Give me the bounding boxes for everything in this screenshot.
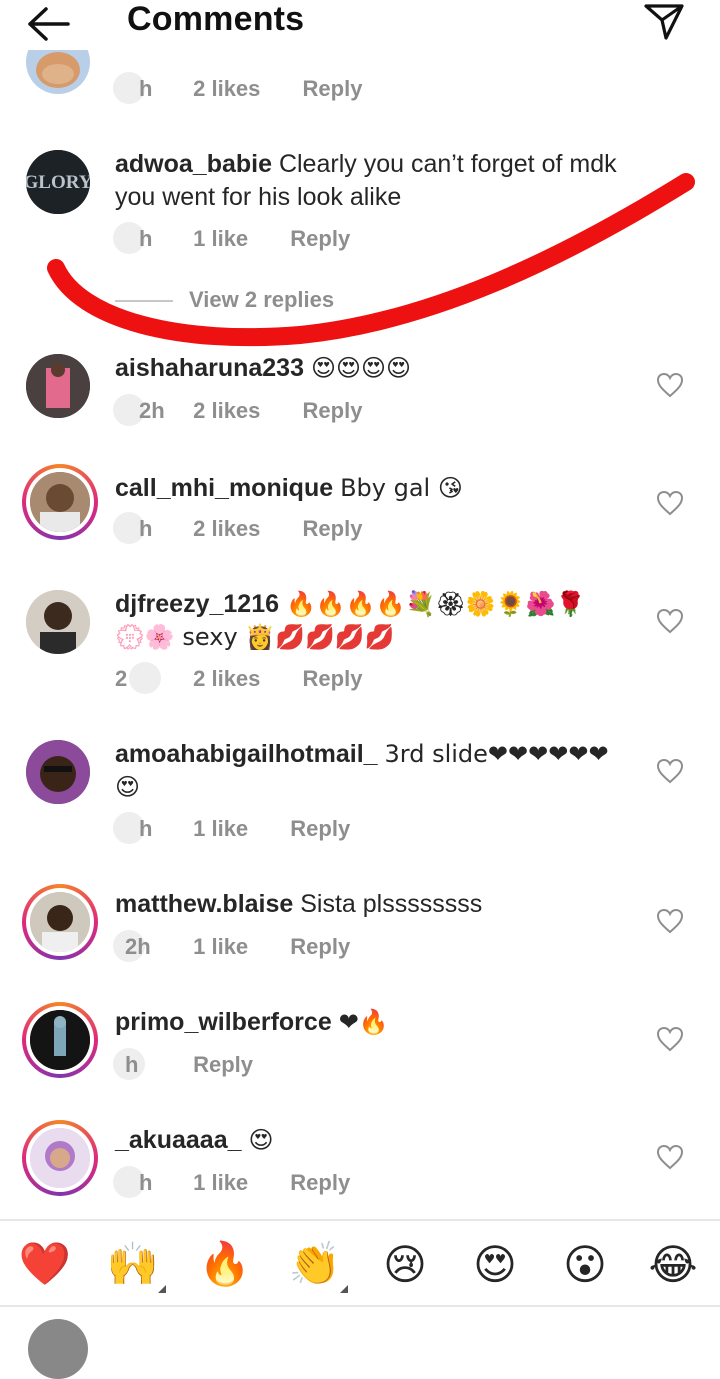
timestamp: 2h — [113, 930, 187, 962]
comment-text: amoahabigailhotmail_ 3rd slide❤❤❤❤❤❤😍 — [115, 738, 625, 804]
header-bar: Comments — [0, 0, 720, 50]
reply-button[interactable]: Reply — [193, 1052, 253, 1078]
comment-text: _akuaaaa_ 😍 — [115, 1124, 635, 1157]
timestamp: h — [113, 1166, 187, 1198]
avatar-logo-text: GLORY — [26, 172, 90, 193]
timestamp: h — [113, 512, 187, 544]
like-heart-icon[interactable] — [656, 608, 684, 634]
reply-button[interactable]: Reply — [290, 816, 350, 842]
likes-count[interactable]: 1 like — [193, 226, 248, 252]
timestamp: 2 — [115, 662, 187, 694]
avatar — [30, 1010, 90, 1070]
comment-text: primo_wilberforce ❤🔥 — [115, 1006, 635, 1039]
comment-text: matthew.blaise Sista plssssssss — [115, 888, 635, 921]
emoji-button-fire[interactable]: 🔥 — [198, 1237, 252, 1291]
avatar[interactable] — [26, 354, 90, 418]
avatar — [30, 472, 90, 532]
likes-count[interactable]: 1 like — [193, 1170, 248, 1196]
story-ring-avatar[interactable] — [22, 1002, 98, 1078]
likes-count[interactable]: 1 like — [193, 934, 248, 960]
reply-button[interactable]: Reply — [303, 516, 363, 542]
username[interactable]: aishaharuna233 — [115, 354, 304, 382]
emoji-button-laughing[interactable]: 😂 — [646, 1237, 700, 1291]
timestamp: h — [113, 1048, 187, 1080]
emoji-button-raised-hands[interactable]: 🙌 — [106, 1237, 166, 1293]
comment-text: djfreezy_1216 🔥🔥🔥🔥💐🏵🌼🌻🌺🌹💮🌸 sexy 👸💋💋💋💋 — [115, 588, 615, 654]
comment-meta: 2h 2 likes Reply — [113, 394, 363, 426]
comment-body: 😍 — [248, 1126, 274, 1154]
story-ring-avatar[interactable] — [22, 464, 98, 540]
username[interactable]: _akuaaaa_ — [115, 1126, 242, 1154]
reply-button[interactable]: Reply — [303, 666, 363, 692]
emoji-button-surprised[interactable]: 😮 — [558, 1237, 612, 1291]
like-heart-icon[interactable] — [656, 1026, 684, 1052]
reply-button[interactable]: Reply — [303, 398, 363, 424]
divider — [115, 300, 173, 303]
comment-meta: h 1 like Reply — [113, 1166, 350, 1198]
comment-meta: 2 2 likes Reply — [115, 662, 363, 694]
username[interactable]: call_mhi_monique — [115, 474, 333, 502]
emoji-button-heart[interactable]: ❤️ — [18, 1237, 72, 1291]
avatar — [30, 1128, 90, 1188]
timestamp: h — [113, 72, 187, 104]
back-arrow-icon[interactable] — [26, 4, 72, 44]
comment-body: ❤🔥 — [338, 1008, 389, 1036]
page-title: Comments — [127, 0, 305, 38]
reply-button[interactable]: Reply — [290, 934, 350, 960]
skin-tone-indicator-icon — [340, 1285, 348, 1293]
emoji-button-heart-eyes[interactable]: 😍 — [468, 1237, 522, 1291]
reply-button[interactable]: Reply — [303, 76, 363, 102]
current-user-avatar — [28, 1319, 88, 1379]
skin-tone-indicator-icon — [158, 1285, 166, 1293]
comment-text: adwoa_babie Clearly you can’t forget of … — [115, 148, 635, 214]
story-ring-avatar[interactable] — [22, 884, 98, 960]
likes-count[interactable]: 2 likes — [193, 516, 260, 542]
reply-button[interactable]: Reply — [290, 226, 350, 252]
comment-meta: h Reply — [113, 1048, 253, 1080]
like-heart-icon[interactable] — [656, 1144, 684, 1170]
likes-count[interactable]: 2 likes — [193, 76, 260, 102]
likes-count[interactable]: 2 likes — [193, 666, 260, 692]
comment-body: 😍😍😍😍 — [310, 354, 412, 382]
quick-emoji-bar: ❤️ 🙌 🔥 👏 😢 😍 😮 😂 — [0, 1219, 720, 1307]
avatar[interactable] — [26, 590, 90, 654]
comment-text: call_mhi_monique Bby gal 😘 — [115, 472, 635, 505]
timestamp: 2h — [113, 394, 187, 426]
comment-text: aishaharuna233 😍😍😍😍 — [115, 352, 635, 385]
comment-body: Sista plssssssss — [300, 890, 483, 918]
timestamp: h — [113, 222, 187, 254]
comment-composer[interactable] — [0, 1305, 720, 1379]
comment-meta: 2h 1 like Reply — [113, 930, 350, 962]
comment-meta: h 1 like Reply — [113, 222, 350, 254]
username[interactable]: adwoa_babie — [115, 150, 272, 178]
username[interactable]: primo_wilberforce — [115, 1008, 332, 1036]
comment-meta: h 2 likes Reply — [113, 512, 363, 544]
emoji-button-crying[interactable]: 😢 — [378, 1237, 432, 1291]
comment-body: Bby gal 😘 — [340, 474, 463, 502]
story-ring-avatar[interactable] — [22, 1120, 98, 1196]
username[interactable]: djfreezy_1216 — [115, 590, 279, 618]
avatar[interactable] — [26, 740, 90, 804]
username[interactable]: matthew.blaise — [115, 890, 293, 918]
emoji-button-clap[interactable]: 👏 — [288, 1237, 348, 1293]
avatar — [30, 892, 90, 952]
like-heart-icon[interactable] — [656, 758, 684, 784]
direct-share-icon[interactable] — [640, 0, 688, 44]
likes-count[interactable]: 1 like — [193, 816, 248, 842]
comment-meta: h 2 likes Reply — [113, 72, 363, 104]
timestamp: h — [113, 812, 187, 844]
comment-meta: h 1 like Reply — [113, 812, 350, 844]
view-replies-button[interactable]: View 2 replies — [115, 287, 334, 313]
username[interactable]: amoahabigailhotmail_ — [115, 740, 378, 768]
likes-count[interactable]: 2 likes — [193, 398, 260, 424]
avatar[interactable]: GLORY — [26, 150, 90, 214]
like-heart-icon[interactable] — [656, 490, 684, 516]
like-heart-icon[interactable] — [656, 372, 684, 398]
like-heart-icon[interactable] — [656, 908, 684, 934]
reply-button[interactable]: Reply — [290, 1170, 350, 1196]
